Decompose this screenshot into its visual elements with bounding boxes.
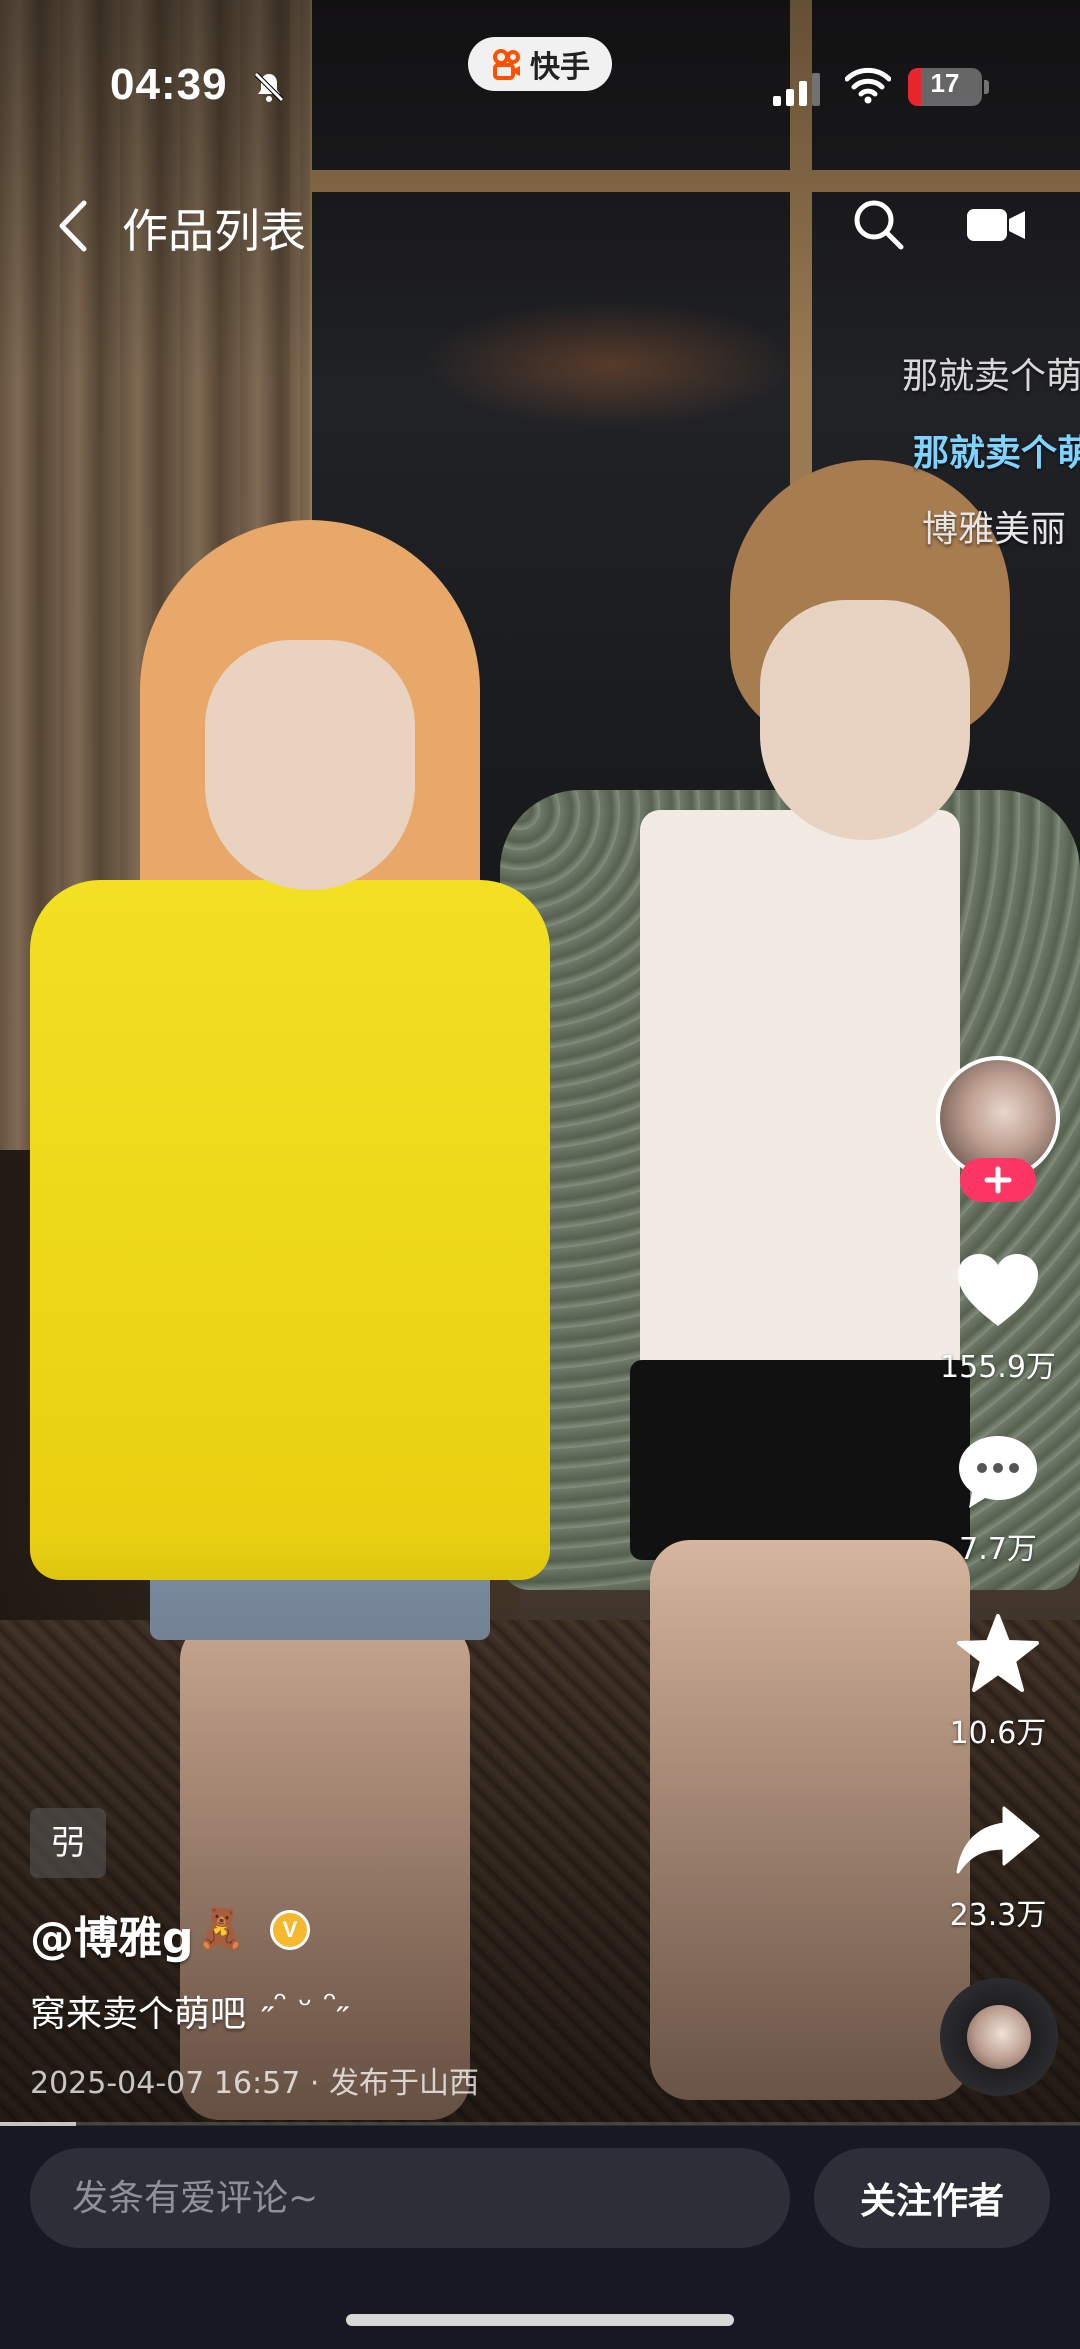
wifi-icon — [845, 67, 891, 104]
danmaku-comment: 那就卖个萌 — [902, 356, 1080, 397]
post-location: 发布于山西 — [328, 2066, 479, 2101]
kuaishou-logo-icon — [493, 49, 520, 80]
music-disc-cover — [967, 2005, 1031, 2069]
status-time: 04:39 — [110, 60, 228, 109]
like-button[interactable]: 155.9万 — [928, 1250, 1068, 1386]
comment-input[interactable] — [30, 2148, 790, 2248]
topic-tag-badge[interactable]: 弜 — [30, 1808, 106, 1878]
comment-count: 7.7万 — [959, 1532, 1037, 1567]
like-count: 155.9万 — [940, 1350, 1056, 1385]
post-meta: 2025-04-07 16:57 · 发布于山西 — [30, 2058, 479, 2102]
page-title: 作品列表 — [122, 204, 306, 258]
live-camera-icon[interactable] — [965, 203, 1027, 247]
favorite-button[interactable]: 10.6万 — [928, 1612, 1068, 1752]
comment-button[interactable]: 7.7万 — [928, 1432, 1068, 1568]
share-arrow-icon — [956, 1806, 1040, 1874]
app-return-pill[interactable]: 快手 — [468, 37, 612, 91]
share-button[interactable]: 23.3万 — [928, 1802, 1068, 1934]
video-shade — [0, 0, 1080, 2125]
battery-nub — [984, 80, 989, 94]
back-chevron-icon[interactable] — [50, 195, 98, 257]
follow-author-button[interactable]: 关注作者 — [814, 2148, 1050, 2248]
follow-plus-button[interactable] — [960, 1158, 1036, 1202]
bell-muted-icon — [254, 72, 284, 102]
favorite-count: 10.6万 — [949, 1716, 1047, 1751]
battery-icon: 17 — [908, 68, 982, 106]
home-indicator[interactable] — [346, 2314, 734, 2326]
danmaku-comment: 那就卖个萌 — [913, 433, 1080, 474]
video-caption: 窝来卖个萌吧 — [30, 1994, 247, 2035]
plus-icon — [984, 1166, 1012, 1194]
caption-emoji: ˶ᵔ ᵕ ᵔ˶ — [262, 1985, 349, 2025]
battery-level-text: 17 — [930, 68, 960, 98]
app-name: 快手 — [530, 50, 590, 85]
comment-bubble-icon — [959, 1436, 1037, 1508]
post-date: 2025-04-07 16:57 — [30, 2066, 301, 2101]
heart-icon — [958, 1254, 1038, 1326]
danmaku-comment: 博雅美丽 — [922, 509, 1067, 550]
meta-separator: · — [309, 2066, 320, 2101]
share-count: 23.3万 — [949, 1898, 1047, 1933]
star-icon — [957, 1614, 1039, 1692]
kuaishou-video-screen: 04:39 快手 17 作品列表 那就卖个萌 那就卖个萌 博雅美丽 155.9万… — [0, 0, 1080, 2349]
verified-badge: V — [270, 1910, 310, 1950]
author-name[interactable]: @博雅g — [30, 1902, 194, 1966]
author-emoji: 🧸 — [196, 1906, 246, 1952]
signal-icon — [773, 73, 820, 106]
video-frame[interactable] — [0, 0, 1080, 2125]
search-icon[interactable] — [850, 196, 906, 252]
